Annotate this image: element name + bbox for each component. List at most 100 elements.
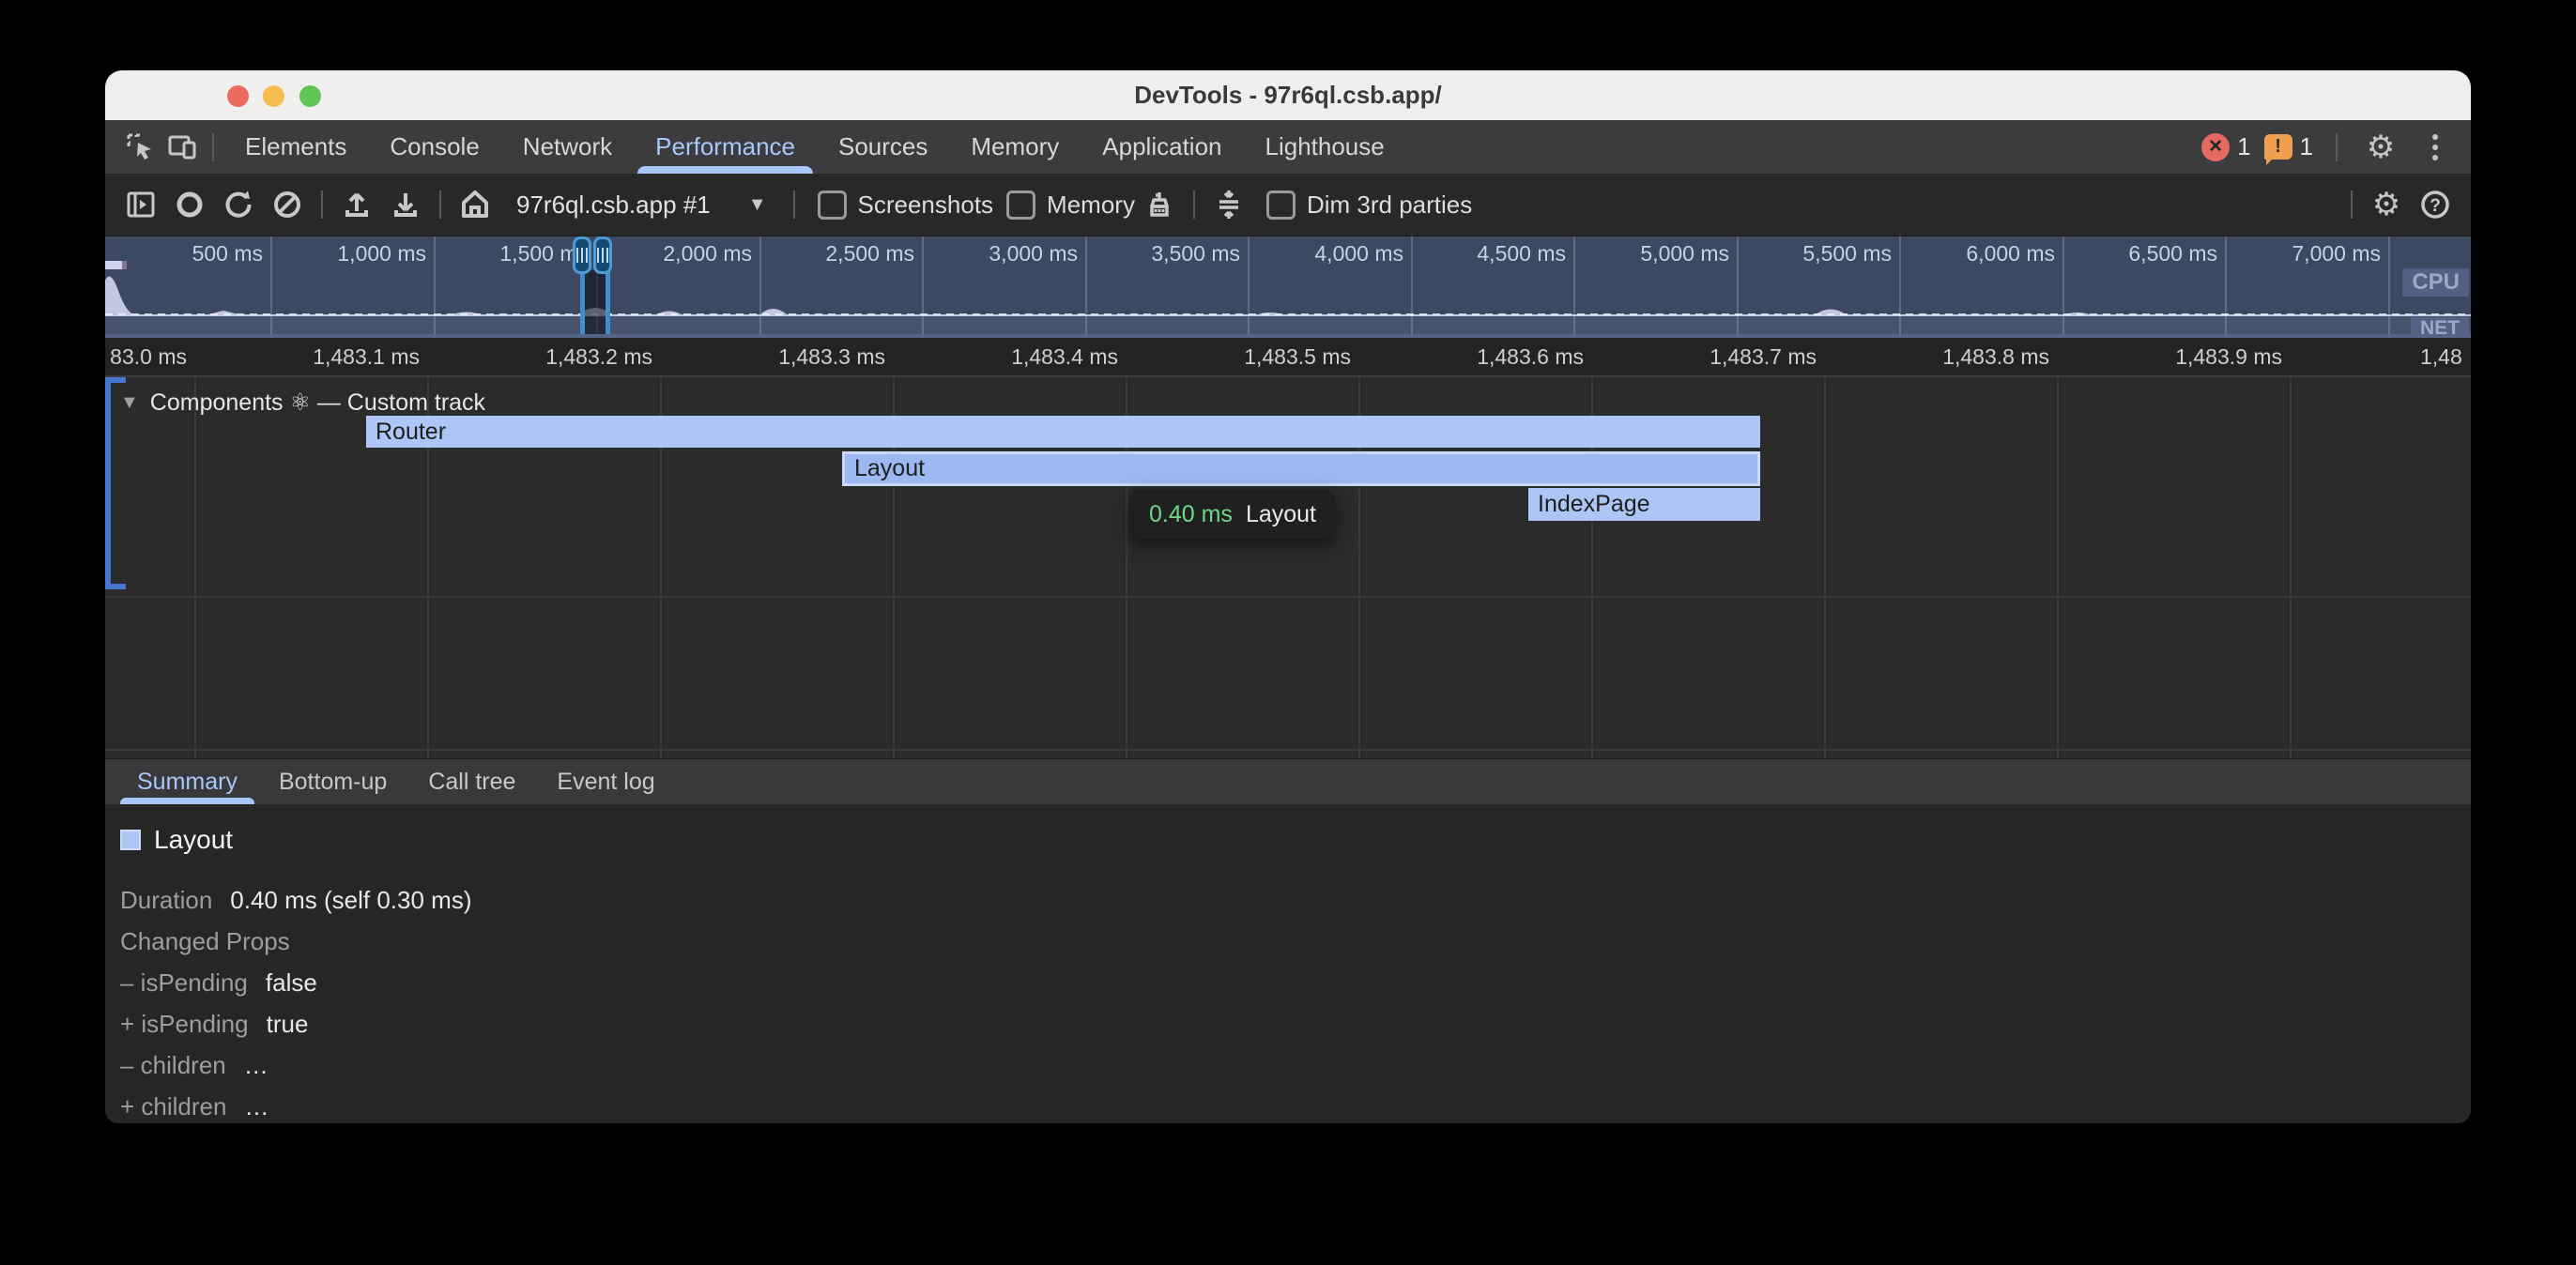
drawer-tab-summary[interactable]: Summary <box>116 759 258 804</box>
track-divider <box>105 749 2471 751</box>
zoom-window-button[interactable] <box>299 85 321 107</box>
cpu-lane-label: CPU <box>2402 268 2469 297</box>
selection-left-handle[interactable] <box>573 236 591 274</box>
screenshots-label: Screenshots <box>858 191 994 220</box>
baseline-dashed-line <box>105 313 2471 315</box>
ruler-tick-label: 83.0 ms <box>110 344 187 370</box>
selection-window[interactable] <box>585 270 606 334</box>
ruler-tick-label: 1,483.5 ms <box>1244 344 1351 370</box>
titlebar: DevTools - 97r6ql.csb.app/ <box>105 70 2471 120</box>
tab-sources[interactable]: Sources <box>817 120 949 174</box>
inspect-element-icon[interactable] <box>120 127 161 168</box>
ruler-tick-label: 1,483.1 ms <box>313 344 420 370</box>
more-menu-icon[interactable] <box>2415 127 2456 168</box>
track-title: Components ⚛ — Custom track <box>150 389 485 417</box>
flame-tooltip: 0.40 ms Layout <box>1130 490 1335 539</box>
tab-memory[interactable]: Memory <box>949 120 1081 174</box>
tab-elements[interactable]: Elements <box>223 120 368 174</box>
summary-row: Duration 0.40 ms (self 0.30 ms) <box>120 879 2471 921</box>
screenshots-checkbox[interactable] <box>818 191 847 220</box>
drawer-tab-event-log[interactable]: Event log <box>536 759 675 804</box>
errors-badge[interactable]: ✕ 1 <box>2201 132 2250 161</box>
devtools-window: DevTools - 97r6ql.csb.app/ ElementsConso… <box>105 70 2471 1123</box>
track-header[interactable]: ▼ Components ⚛ — Custom track <box>120 389 485 417</box>
summary-row-value: true <box>267 1010 309 1039</box>
svg-text:?: ? <box>2430 196 2441 216</box>
dim-3rd-parties-label: Dim 3rd parties <box>1307 191 1472 220</box>
summary-row: – children… <box>120 1044 2471 1086</box>
flame-gridline <box>2290 377 2292 758</box>
page-selector-dropdown[interactable]: 97r6ql.csb.app #1 ▼ <box>499 191 784 220</box>
divider <box>1193 191 1195 219</box>
chevron-down-icon: ▼ <box>748 194 767 216</box>
window-title: DevTools - 97r6ql.csb.app/ <box>1134 81 1442 110</box>
memory-checkbox[interactable] <box>1006 191 1035 220</box>
divider <box>793 191 795 219</box>
record-icon[interactable] <box>165 180 214 229</box>
summary-row-value: 0.40 ms (self 0.30 ms) <box>230 886 471 915</box>
clear-icon[interactable] <box>263 180 312 229</box>
summary-row-label: Duration <box>120 886 212 915</box>
capture-settings-gear-icon[interactable]: ⚙ <box>2362 180 2411 229</box>
divider <box>2336 133 2338 161</box>
sidebar-toggle-icon[interactable] <box>116 180 165 229</box>
summary-title: Layout <box>154 825 233 855</box>
divider <box>2351 191 2353 219</box>
summary-row-label: – isPending <box>120 968 248 998</box>
device-toolbar-icon[interactable] <box>161 127 203 168</box>
reload-record-icon[interactable] <box>214 180 263 229</box>
selection-right-handle[interactable] <box>593 236 612 274</box>
garbage-collect-icon[interactable] <box>1135 180 1184 229</box>
settings-gear-icon[interactable]: ⚙ <box>2360 127 2401 168</box>
summary-row: + isPendingtrue <box>120 1003 2471 1044</box>
help-icon[interactable]: ? <box>2411 180 2460 229</box>
summary-row: – isPending false <box>120 962 2471 1003</box>
error-icon: ✕ <box>2201 133 2230 161</box>
ruler-tick-label: 1,483.9 ms <box>2175 344 2282 370</box>
selection-right-edge[interactable] <box>606 270 610 334</box>
summary-row-value: false <box>266 968 317 998</box>
ruler-tick-label: 1,483.3 ms <box>778 344 885 370</box>
summary-row-value: … <box>244 1092 268 1121</box>
selection-left-edge[interactable] <box>580 270 585 334</box>
live-metrics-home-icon[interactable] <box>451 180 499 229</box>
timeline-overview[interactable]: 500 ms1,000 ms1,500 ms2,000 ms2,500 ms3,… <box>105 236 2471 338</box>
drawer-tab-call-tree[interactable]: Call tree <box>407 759 536 804</box>
issues-badge[interactable]: ! 1 <box>2264 132 2313 161</box>
summary-row: + children … <box>120 1086 2471 1123</box>
event-color-swatch <box>120 830 141 850</box>
flame-chart[interactable]: ▼ Components ⚛ — Custom track RouterLayo… <box>105 377 2471 758</box>
upload-profile-icon[interactable] <box>332 180 381 229</box>
flame-bar-indexpage[interactable]: IndexPage <box>1528 488 1760 521</box>
selected-track-bracket <box>105 377 111 589</box>
network-request-bar-end <box>122 261 127 269</box>
network-request-bar <box>105 261 122 269</box>
tab-application[interactable]: Application <box>1081 120 1243 174</box>
network-lane <box>105 315 2471 334</box>
flame-bar-layout[interactable]: Layout <box>842 451 1760 486</box>
divider <box>212 133 214 161</box>
issue-icon: ! <box>2264 134 2292 160</box>
summary-row-label: Changed Props <box>120 927 290 956</box>
tab-network[interactable]: Network <box>501 120 634 174</box>
disclosure-triangle-icon[interactable]: ▼ <box>120 392 139 414</box>
drawer-tabbar: SummaryBottom-upCall treeEvent log <box>105 758 2471 804</box>
close-window-button[interactable] <box>227 85 249 107</box>
flame-gridline <box>1824 377 1826 758</box>
flame-bar-router[interactable]: Router <box>366 416 1760 448</box>
minimize-window-button[interactable] <box>263 85 284 107</box>
summary-panel: Layout Duration 0.40 ms (self 0.30 ms) Cha… <box>105 804 2471 1123</box>
tab-performance[interactable]: Performance <box>634 120 817 174</box>
drawer-tab-bottom-up[interactable]: Bottom-up <box>258 759 407 804</box>
compress-icon[interactable] <box>1204 180 1253 229</box>
tab-lighthouse[interactable]: Lighthouse <box>1244 120 1406 174</box>
tooltip-duration: 0.40 ms <box>1149 501 1233 528</box>
tab-console[interactable]: Console <box>368 120 500 174</box>
ruler-tick-label: 1,483.8 ms <box>1942 344 2049 370</box>
dim-3rd-parties-checkbox[interactable] <box>1266 191 1296 220</box>
flame-gridline <box>2057 377 2059 758</box>
net-lane-label: NET <box>2411 317 2469 338</box>
ruler-tick-label: 1,48 <box>2420 344 2462 370</box>
summary-row-label: + children <box>120 1092 226 1121</box>
download-profile-icon[interactable] <box>381 180 430 229</box>
